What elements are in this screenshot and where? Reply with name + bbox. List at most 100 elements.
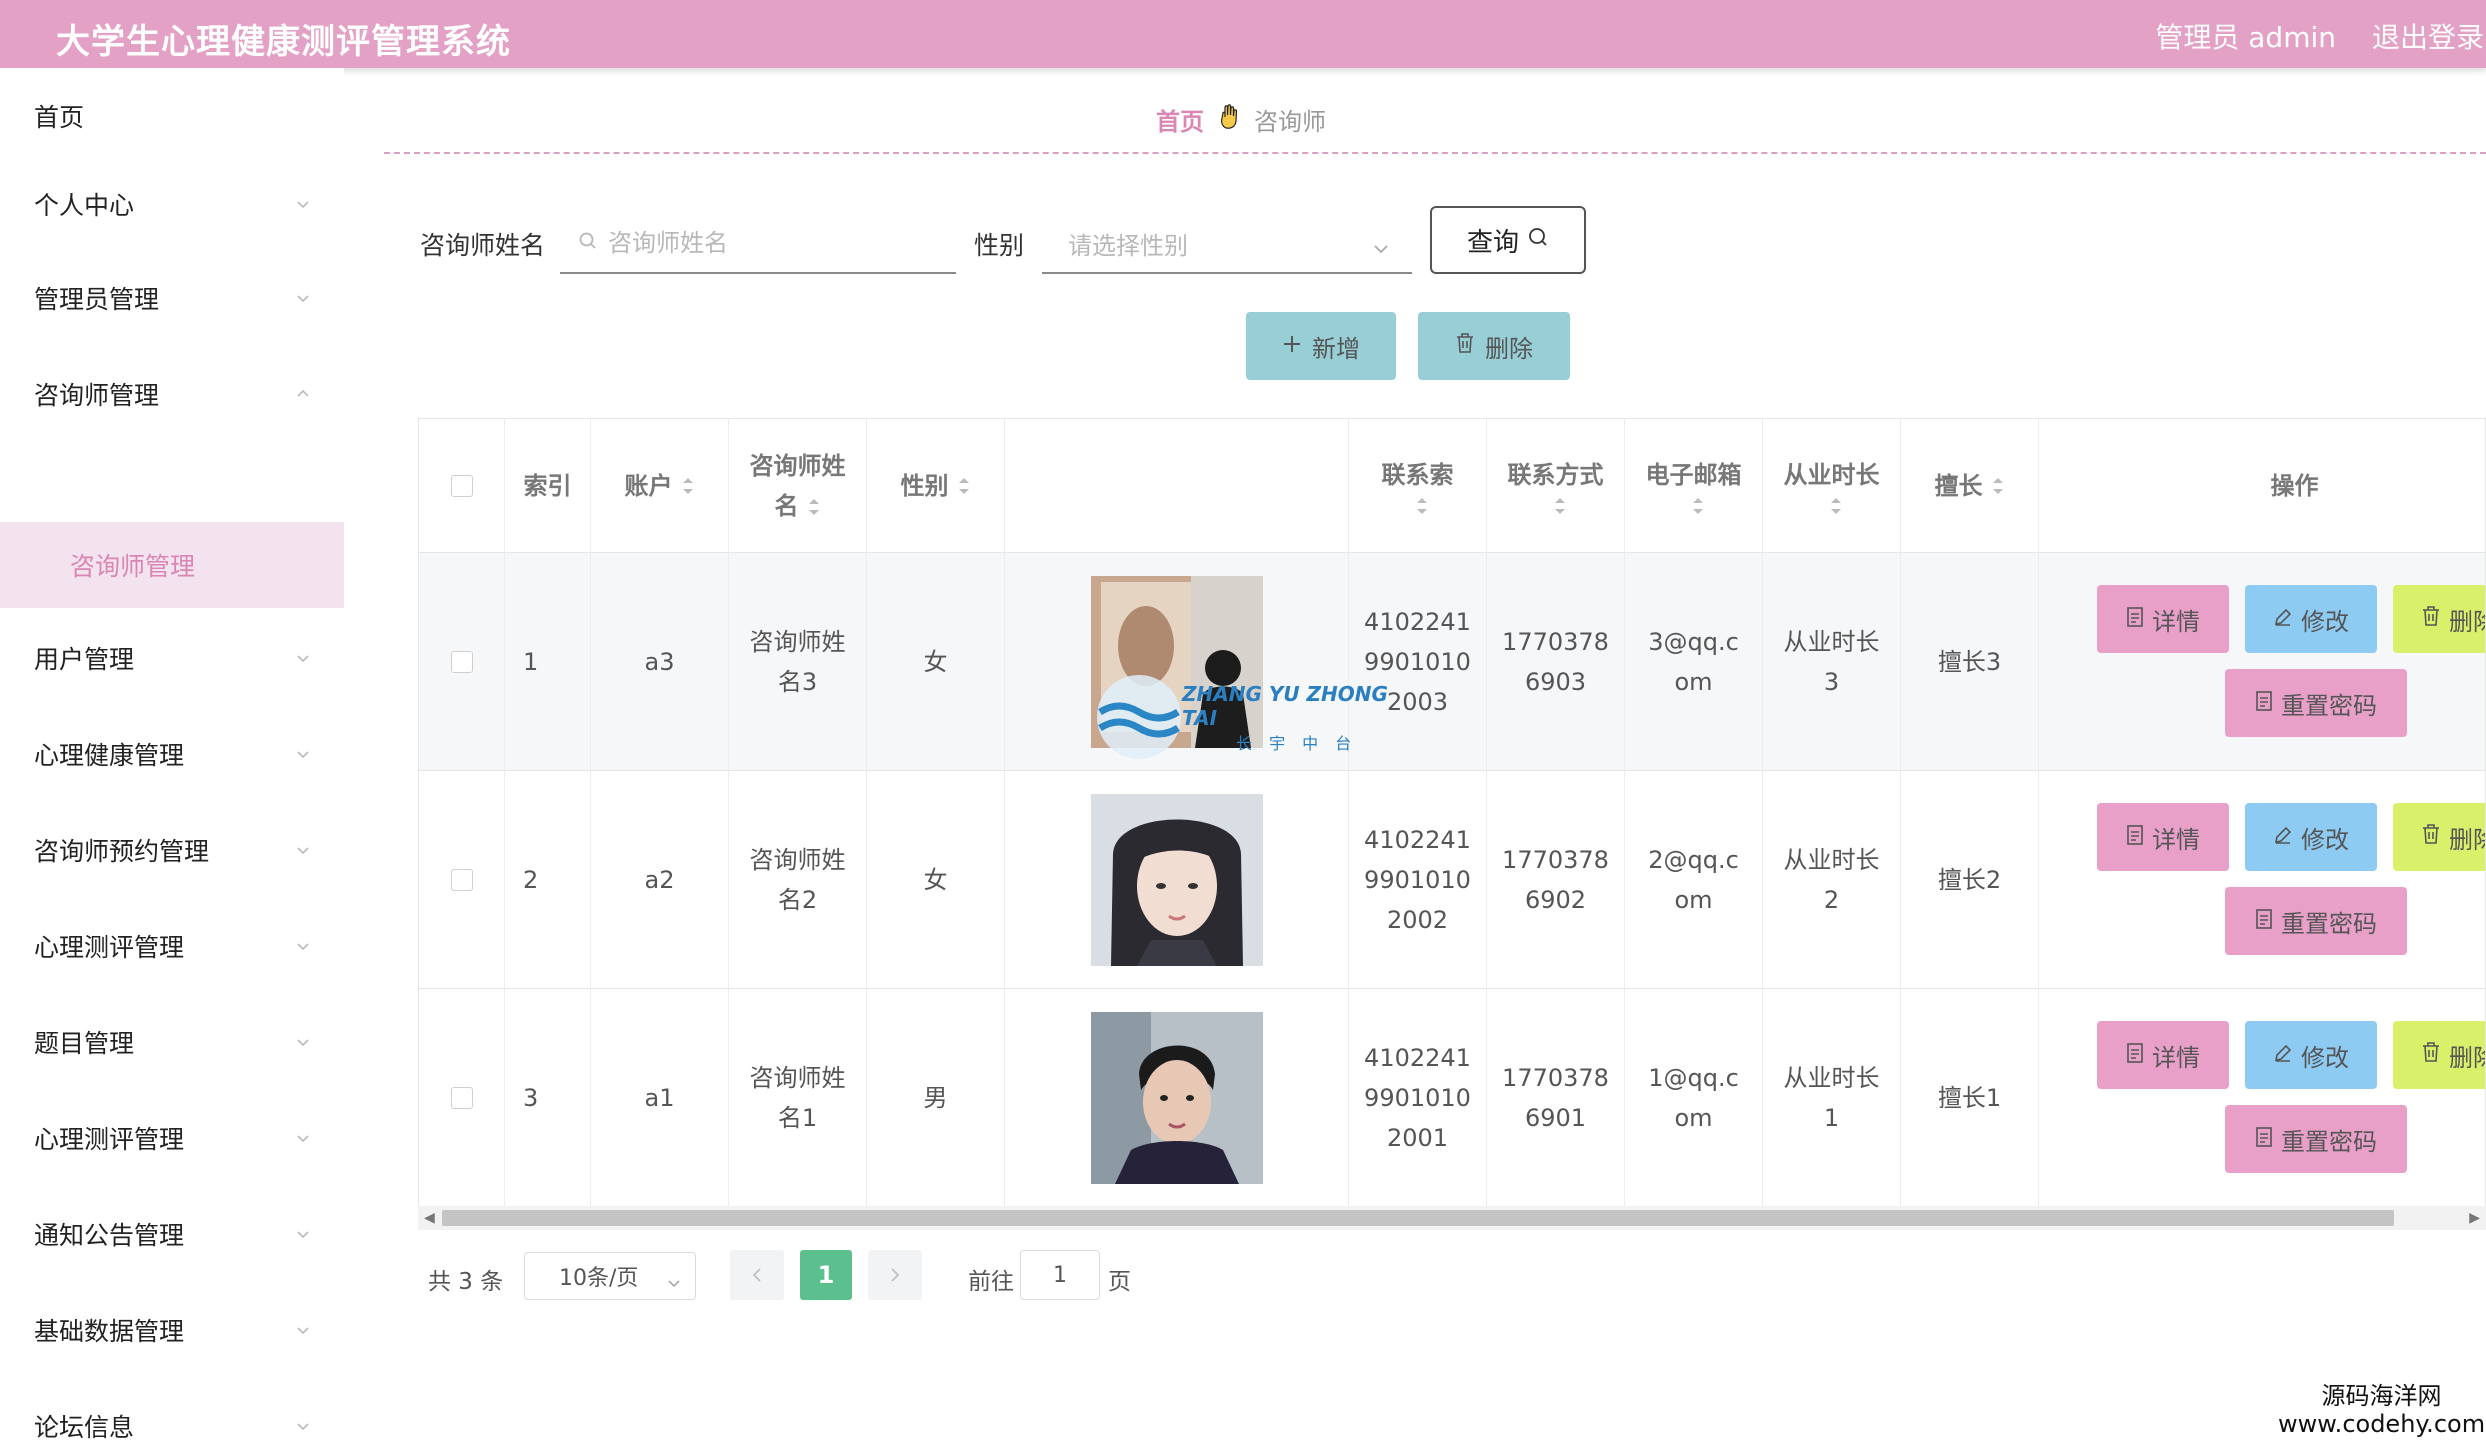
chevron-down-icon xyxy=(296,1419,310,1433)
next-page-button[interactable] xyxy=(868,1250,922,1300)
header-index: 索引 xyxy=(505,419,591,553)
sidebar: 首页 个人中心 管理员管理 咨询师管理 咨询师管理 用户管理 心理健康管理 咨询… xyxy=(0,68,344,1442)
table-horizontal-scrollbar[interactable]: ◀ ▶ xyxy=(418,1206,2486,1230)
cell-name-line2: 名1 xyxy=(777,1104,818,1132)
cell-email-line2: om xyxy=(1674,886,1713,914)
header-phone[interactable]: 联系方式 xyxy=(1487,419,1625,553)
edit-button[interactable]: 修改 xyxy=(2245,1021,2377,1089)
sidebar-item-appointments[interactable]: 咨询师预约管理 xyxy=(0,820,344,880)
chevron-down-icon xyxy=(296,291,310,305)
chevron-down-icon xyxy=(296,651,310,665)
sort-icon xyxy=(1830,498,1841,514)
header-email[interactable]: 电子邮箱 xyxy=(1625,419,1763,553)
logout-link[interactable]: 退出登录 xyxy=(2372,16,2484,56)
header-specialty-label: 擅长 xyxy=(1934,472,1983,500)
detail-button[interactable]: 详情 xyxy=(2097,803,2229,871)
cell-name: 咨询师姓 名1 xyxy=(729,989,867,1207)
cell-email-line1: 1@qq.c xyxy=(1648,1064,1739,1092)
sidebar-item-mental-health[interactable]: 心理健康管理 xyxy=(0,724,344,784)
header-account-label: 账户 xyxy=(624,472,673,500)
chevron-down-icon xyxy=(296,843,310,857)
goto-page-input[interactable] xyxy=(1020,1250,1100,1300)
header-years-label: 从业时长 xyxy=(1783,461,1880,489)
header-idcard[interactable]: 联系索 xyxy=(1349,419,1487,553)
sidebar-item-home[interactable]: 首页 xyxy=(0,86,344,146)
sidebar-item-counselor[interactable]: 咨询师管理 xyxy=(0,364,344,424)
row-checkbox[interactable] xyxy=(450,651,473,673)
trash-icon xyxy=(2421,823,2441,851)
cell-years-line1: 从业时长 xyxy=(1783,846,1880,874)
gender-select[interactable]: 请选择性别 xyxy=(1042,214,1412,274)
cell-email-line1: 3@qq.c xyxy=(1648,628,1739,656)
breadcrumb-divider xyxy=(384,152,2486,154)
sidebar-item-forum[interactable]: 论坛信息 xyxy=(0,1396,344,1456)
delete-button[interactable]: 删除 xyxy=(2393,803,2485,871)
edit-button[interactable]: 修改 xyxy=(2245,803,2377,871)
cell-years: 从业时长 3 xyxy=(1763,553,1901,771)
header-ops-label: 操作 xyxy=(2270,472,2319,500)
reset-password-button[interactable]: 重置密码 xyxy=(2225,669,2407,737)
name-search-field[interactable] xyxy=(560,214,956,274)
cell-years-line1: 从业时长 xyxy=(1783,628,1880,656)
add-button[interactable]: 新增 xyxy=(1246,312,1396,380)
sidebar-subitem-counselor-manage[interactable]: 咨询师管理 xyxy=(0,522,344,608)
sidebar-item-assessment-a[interactable]: 心理测评管理 xyxy=(0,916,344,976)
query-button[interactable]: 查询 xyxy=(1430,206,1586,274)
sidebar-item-assessment-b[interactable]: 心理测评管理 xyxy=(0,1108,344,1168)
sidebar-item-label: 心理测评管理 xyxy=(34,933,185,962)
cell-phone: 1770378 6903 xyxy=(1487,553,1625,771)
scroll-left-icon[interactable]: ◀ xyxy=(424,1210,435,1226)
cell-email: 1@qq.c om xyxy=(1625,989,1763,1207)
page-number-button[interactable]: 1 xyxy=(800,1250,852,1300)
header-gender[interactable]: 性别 xyxy=(867,419,1005,553)
sidebar-item-questions[interactable]: 题目管理 xyxy=(0,1012,344,1072)
detail-button[interactable]: 详情 xyxy=(2097,585,2229,653)
delete-button[interactable]: 删除 xyxy=(2393,1021,2485,1089)
header-specialty[interactable]: 擅长 xyxy=(1901,419,2039,553)
reset-password-button[interactable]: 重置密码 xyxy=(2225,1105,2407,1173)
header-name[interactable]: 咨询师姓名 xyxy=(729,419,867,553)
cell-gender: 男 xyxy=(867,989,1005,1207)
sidebar-item-label: 管理员管理 xyxy=(34,285,160,314)
page-size-select[interactable]: 10条/页 xyxy=(524,1252,696,1300)
document-icon xyxy=(2126,1041,2144,1069)
edit-button[interactable]: 修改 xyxy=(2245,585,2377,653)
add-button-label: 新增 xyxy=(1312,334,1360,363)
cell-ops: 详情 修改 删除 重置密码 xyxy=(2039,771,2485,989)
watermark-logo-subtext: 长 宇 中 台 xyxy=(1236,734,1358,753)
cell-name-line2: 名3 xyxy=(777,668,818,696)
bulk-delete-button[interactable]: 删除 xyxy=(1418,312,1570,380)
sidebar-item-label: 咨询师预约管理 xyxy=(34,837,210,866)
scrollbar-thumb[interactable] xyxy=(442,1210,2394,1226)
header-account[interactable]: 账户 xyxy=(591,419,729,553)
table-header: 索引 账户 咨询师姓名 性别 联系索 联系方式 电子邮箱 从业时长 擅长 操作 xyxy=(419,419,2485,553)
trash-icon xyxy=(2421,605,2441,633)
detail-button[interactable]: 详情 xyxy=(2097,1021,2229,1089)
document-icon xyxy=(2255,1125,2273,1153)
pencil-icon xyxy=(2273,605,2293,633)
watermark-logo: ZHANG YU ZHONG TAI 长 宇 中 台 xyxy=(1094,672,1394,762)
row-checkbox[interactable] xyxy=(450,1087,473,1109)
sidebar-item-users[interactable]: 用户管理 xyxy=(0,628,344,688)
table-row: 3 a1 咨询师姓 名1 男 4102241 9901010 2001 1770378… xyxy=(419,989,2485,1207)
sidebar-item-personal-center[interactable]: 个人中心 xyxy=(0,174,344,234)
name-search-input[interactable] xyxy=(608,229,938,257)
header-select-all xyxy=(419,419,505,553)
header-email-label: 电子邮箱 xyxy=(1645,461,1742,489)
sidebar-item-basic-data[interactable]: 基础数据管理 xyxy=(0,1300,344,1360)
sidebar-item-admin[interactable]: 管理员管理 xyxy=(0,268,344,328)
scroll-right-icon[interactable]: ▶ xyxy=(2469,1210,2480,1226)
row-checkbox[interactable] xyxy=(450,869,473,891)
sidebar-item-label: 首页 xyxy=(34,103,85,132)
sidebar-item-label: 心理测评管理 xyxy=(34,1125,185,1154)
chevron-left-icon xyxy=(752,1268,761,1282)
reset-password-button-label: 重置密码 xyxy=(2281,909,2377,938)
delete-button[interactable]: 删除 xyxy=(2393,585,2485,653)
cell-years-line2: 2 xyxy=(1823,886,1840,914)
breadcrumb-home[interactable]: 首页 xyxy=(1156,102,1204,137)
prev-page-button[interactable] xyxy=(730,1250,784,1300)
sidebar-item-notices[interactable]: 通知公告管理 xyxy=(0,1204,344,1264)
select-all-checkbox[interactable] xyxy=(450,475,473,497)
reset-password-button[interactable]: 重置密码 xyxy=(2225,887,2407,955)
header-years[interactable]: 从业时长 xyxy=(1763,419,1901,553)
